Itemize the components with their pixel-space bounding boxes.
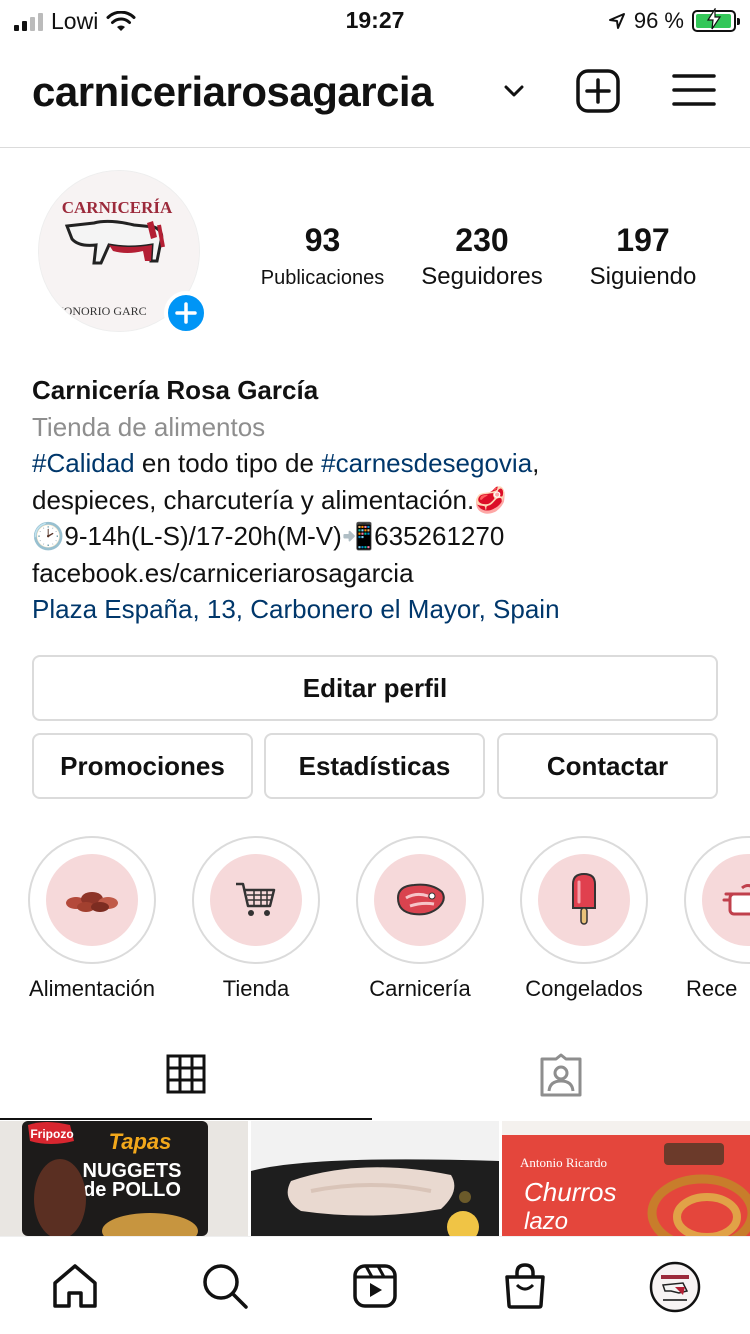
chevron-down-icon[interactable]	[502, 82, 526, 100]
posts-count: 93	[304, 222, 341, 258]
followers-count: 230	[455, 222, 509, 258]
bottom-navigation	[0, 1236, 750, 1334]
post-thumbnail[interactable]: Antonio Ricardo Churros lazo	[502, 1121, 750, 1236]
search-icon	[203, 1264, 248, 1309]
account-username[interactable]: carniceriarosagarcia	[32, 68, 433, 116]
popsicle-icon	[572, 872, 596, 925]
post-text: Churros	[524, 1177, 616, 1207]
nav-search[interactable]	[200, 1261, 250, 1311]
steak-icon	[396, 883, 445, 916]
post-thumbnail[interactable]: Fripozo Tapas NUGGETS de POLLO	[0, 1121, 248, 1236]
highlight-label: Rece	[686, 976, 738, 1001]
bio-line-1: #Calidad en todo tipo de #carnesdesegovi…	[32, 445, 722, 482]
post-thumbnail[interactable]	[251, 1121, 499, 1236]
bio-text: en todo tipo de	[134, 448, 322, 478]
following-count: 197	[616, 222, 670, 258]
add-story-icon[interactable]	[164, 291, 208, 335]
post-text: de POLLO	[83, 1179, 181, 1201]
reels-icon	[353, 1264, 397, 1308]
nav-home[interactable]	[50, 1261, 100, 1311]
highlight-item[interactable]: Rece	[684, 836, 750, 1002]
grid-icon	[166, 1054, 206, 1094]
profile-location[interactable]: Plaza España, 13, Carbonero el Mayor, Sp…	[32, 591, 722, 628]
promotions-button[interactable]: Promociones	[32, 733, 253, 799]
insights-button[interactable]: Estadísticas	[264, 733, 485, 799]
shopping-cart-icon	[236, 882, 276, 916]
cooking-pot-icon	[722, 884, 750, 916]
new-post-icon[interactable]	[575, 68, 621, 114]
bio-text: ,	[532, 448, 540, 478]
highlight-label: Alimentación	[29, 976, 155, 1001]
post-text: lazo	[524, 1208, 568, 1235]
location-arrow-icon	[608, 13, 625, 29]
home-icon	[53, 1264, 97, 1308]
story-highlights: Alimentación Tienda Carnicería Congelado…	[0, 836, 750, 1006]
profile-avatar[interactable]: CARNICERÍA HONORIO GARC	[38, 170, 208, 335]
highlight-label: Carnicería	[369, 976, 471, 1001]
post-brand: Fripozo	[30, 1127, 73, 1141]
stat-followers[interactable]: 230 Seguidores	[407, 222, 557, 291]
bio-website[interactable]: facebook.es/carniceriarosagarcia	[32, 555, 722, 592]
highlight-item[interactable]: Alimentación	[28, 836, 156, 1002]
hashtag-link[interactable]: #carnesdesegovia	[321, 448, 532, 478]
tagged-icon	[540, 1053, 582, 1097]
post-text: Tapas	[109, 1129, 172, 1154]
battery-charging-icon	[692, 8, 740, 32]
food-icon	[66, 892, 118, 912]
status-bar: Lowi 19:27 96 %	[0, 0, 750, 42]
hashtag-link[interactable]: #Calidad	[32, 448, 135, 478]
nav-reels[interactable]	[350, 1261, 400, 1311]
bio-line-2: despieces, charcutería y alimentación.🥩	[32, 484, 507, 515]
bio-line-3: 🕑9-14h(L-S)/17-20h(M-V)📲635261270	[32, 521, 505, 551]
contact-button[interactable]: Contactar	[497, 733, 718, 799]
highlight-item[interactable]: Congelados	[520, 836, 648, 1002]
nav-profile[interactable]	[649, 1261, 701, 1313]
tab-tagged[interactable]	[375, 1030, 747, 1120]
post-brand: Antonio Ricardo	[520, 1155, 607, 1170]
tab-posts-grid[interactable]	[0, 1030, 372, 1120]
profile-avatar	[649, 1261, 701, 1313]
posts-grid: Fripozo Tapas NUGGETS de POLLO Antonio R…	[0, 1121, 750, 1236]
stat-posts[interactable]: 93 Publicaciones	[250, 222, 395, 290]
menu-icon[interactable]	[672, 72, 716, 108]
logo-text-bottom: HONORIO GARC	[55, 304, 147, 318]
profile-bio: Carnicería Rosa García Tienda de aliment…	[32, 372, 722, 628]
profile-stats: 93 Publicaciones 230 Seguidores 197 Sigu…	[240, 222, 720, 302]
profile-tabs	[0, 1030, 750, 1120]
highlight-item[interactable]: Carnicería	[356, 836, 484, 1002]
logo-text-top: CARNICERÍA	[62, 198, 173, 217]
following-label: Siguiendo	[589, 263, 697, 290]
highlight-label: Tienda	[222, 976, 290, 1001]
highlight-label: Congelados	[525, 976, 643, 1001]
stat-following[interactable]: 197 Siguiendo	[573, 222, 713, 291]
posts-label: Publicaciones	[260, 267, 385, 289]
profile-header: carniceriarosagarcia	[0, 42, 750, 148]
profile-name: Carnicería Rosa García	[32, 375, 319, 405]
followers-label: Seguidores	[421, 263, 543, 290]
profile-category: Tienda de alimentos	[32, 411, 266, 442]
highlight-item[interactable]: Tienda	[192, 836, 320, 1002]
shop-icon	[505, 1263, 545, 1309]
edit-profile-button[interactable]: Editar perfil	[32, 655, 718, 721]
nav-shop[interactable]	[500, 1261, 550, 1311]
battery-percent: 96 %	[633, 8, 684, 33]
